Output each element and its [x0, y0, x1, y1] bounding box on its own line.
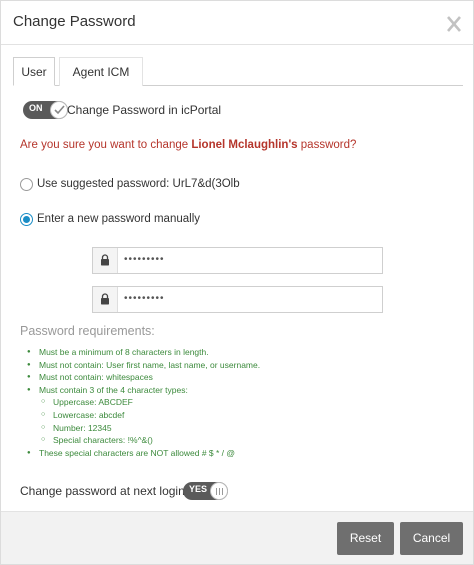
confirmation-prefix: Are you sure you want to change — [20, 139, 192, 151]
confirm-password-value: ••••••••• — [124, 293, 165, 304]
requirement-not-allowed: These special characters are NOT allowed… — [27, 447, 260, 460]
character-type-item: Number: 12345 — [27, 422, 260, 435]
manual-password-label: Enter a new password manually — [37, 213, 200, 225]
lock-icon — [93, 287, 118, 312]
icportal-toggle[interactable]: ON — [23, 101, 68, 119]
change-password-dialog: Change Password User Agent ICM ON Change… — [0, 0, 474, 565]
cancel-button[interactable]: Cancel — [400, 522, 463, 555]
tab-agent-icm[interactable]: Agent ICM — [59, 57, 143, 86]
confirm-password-field[interactable]: ••••••••• — [92, 286, 383, 313]
dialog-footer: Reset Cancel — [1, 511, 473, 564]
toggle-state-label: YES — [189, 484, 208, 494]
requirement-item: Must be a minimum of 8 characters in len… — [27, 346, 260, 359]
icportal-toggle-label: Change Password in icPortal — [67, 103, 222, 117]
character-type-item: Special characters: !%^&() — [27, 434, 260, 447]
close-icon[interactable] — [445, 12, 463, 34]
requirement-item: Must contain 3 of the 4 character types: — [27, 384, 260, 397]
confirmation-message: Are you sure you want to change Lionel M… — [20, 139, 356, 151]
character-type-item: Uppercase: ABCDEF — [27, 396, 260, 409]
manual-password-radio[interactable] — [20, 213, 33, 226]
new-password-value: ••••••••• — [124, 254, 165, 265]
lock-icon — [93, 248, 118, 273]
toggle-knob — [50, 101, 68, 119]
next-login-label: Change password at next login — [20, 484, 185, 498]
dialog-title: Change Password — [13, 13, 136, 30]
requirement-item: Must not contain: User first name, last … — [27, 359, 260, 372]
requirement-item: Must not contain: whitespaces — [27, 371, 260, 384]
requirements-title: Password requirements: — [20, 324, 155, 338]
toggle-state-label: ON — [29, 103, 43, 113]
toggle-knob — [210, 482, 228, 500]
suggested-password-label: Use suggested password: UrL7&d(3Olb — [37, 178, 240, 190]
confirmation-user: Lionel Mclaughlin's — [191, 139, 298, 151]
check-icon — [54, 105, 65, 115]
confirmation-suffix: password? — [297, 139, 357, 151]
character-type-item: Lowercase: abcdef — [27, 409, 260, 422]
new-password-field[interactable]: ••••••••• — [92, 247, 383, 274]
next-login-toggle[interactable]: YES — [183, 482, 228, 500]
tab-user[interactable]: User — [13, 57, 55, 86]
tab-bar: User Agent ICM — [13, 57, 463, 86]
requirements-list: Must be a minimum of 8 characters in len… — [27, 346, 260, 459]
reset-button[interactable]: Reset — [337, 522, 394, 555]
suggested-password-radio[interactable] — [20, 178, 33, 191]
grip-icon — [216, 488, 223, 495]
dialog-header: Change Password — [1, 1, 473, 45]
